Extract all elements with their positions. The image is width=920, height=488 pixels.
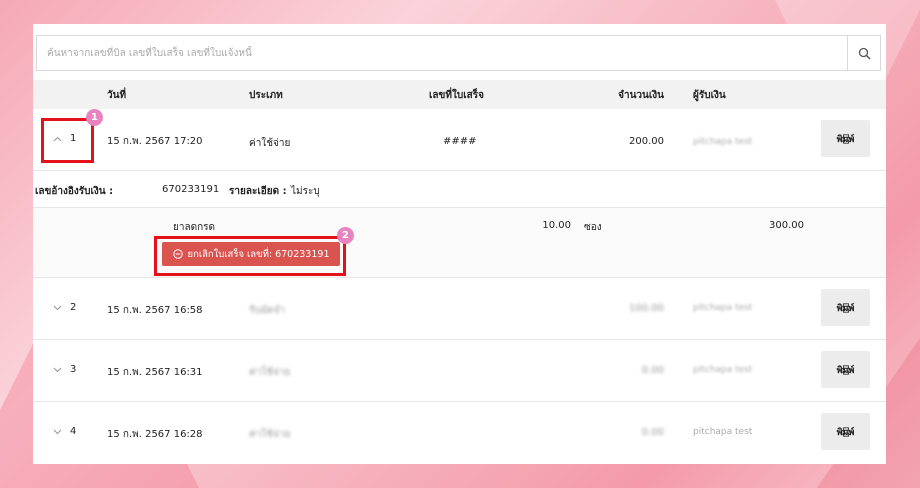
row-toggle[interactable]: 4 — [53, 426, 76, 437]
row-receiver: pitchapa test — [693, 427, 753, 437]
print-label: พิมพ์ — [836, 134, 855, 145]
search-input[interactable] — [37, 36, 847, 70]
row-type: ค่าใช้จ่าย — [249, 138, 291, 149]
item-unit: ซอง — [584, 222, 602, 233]
row-date: 15 ก.พ. 2567 17:20 — [107, 136, 203, 147]
ref-label: เลขอ้างอิงรับเงิน : — [35, 186, 114, 197]
row-toggle[interactable]: 3 — [53, 364, 76, 375]
print-button[interactable]: พิมพ์ — [821, 289, 870, 326]
row-amount: 100.00 — [629, 303, 664, 314]
row-date: 15 ก.พ. 2567 16:31 — [107, 367, 203, 378]
step-badge-2: 2 — [337, 227, 354, 244]
table-row: 3 15 ก.พ. 2567 16:31 ค่าใช้จ่าย 0.00 pit… — [33, 340, 886, 402]
chevron-down-icon — [53, 367, 62, 372]
print-label: พิมพ์ — [836, 365, 855, 376]
chevron-down-icon — [53, 305, 62, 310]
row-date: 15 ก.พ. 2567 16:28 — [107, 429, 203, 440]
table-row: 4 15 ก.พ. 2567 16:28 ค่าใช้จ่าย 0.00 pit… — [33, 402, 886, 464]
ref-value: 670233191 — [162, 184, 220, 195]
row-amount: 0.00 — [641, 427, 664, 438]
print-label: พิมพ์ — [836, 303, 855, 314]
row-receiver: pitchapa test — [693, 303, 753, 313]
row-index: 3 — [70, 364, 77, 375]
print-button[interactable]: พิมพ์ — [821, 351, 870, 388]
table-header: วันที่ ประเภท เลขที่ใบเสร็จ จำนวนเงิน ผู… — [33, 80, 886, 109]
step-badge-1: 1 — [86, 109, 103, 126]
table-row: 2 15 ก.พ. 2567 16:58 รับมัดจำ 100.00 pit… — [33, 278, 886, 340]
chevron-up-icon — [53, 136, 62, 141]
row-index: 4 — [70, 426, 77, 437]
header-amount: จำนวนเงิน — [618, 90, 664, 101]
print-label: พิมพ์ — [836, 427, 855, 438]
search-button[interactable] — [847, 36, 880, 70]
row-receipt-no: #### — [443, 136, 477, 147]
receipt-panel: วันที่ ประเภท เลขที่ใบเสร็จ จำนวนเงิน ผู… — [33, 24, 886, 464]
row-amount: 0.00 — [641, 365, 664, 376]
row-index: 2 — [70, 302, 77, 313]
header-type: ประเภท — [249, 90, 283, 101]
search-bar — [36, 35, 881, 71]
item-total: 300.00 — [769, 220, 804, 231]
print-button[interactable]: พิมพ์ — [821, 120, 870, 157]
header-date: วันที่ — [107, 90, 127, 101]
minus-circle-icon — [172, 249, 183, 259]
detail-header: เลขอ้างอิงรับเงิน : 670233191 รายละเอียด… — [33, 172, 886, 208]
cancel-receipt-button[interactable]: ยกเลิกใบเสร็จ เลขที่: 670233191 — [162, 242, 340, 266]
header-receiver: ผู้รับเงิน — [693, 90, 726, 101]
row-index: 1 — [70, 133, 77, 144]
cancel-receipt-label: ยกเลิกใบเสร็จ เลขที่: 670233191 — [187, 248, 330, 260]
row-date: 15 ก.พ. 2567 16:58 — [107, 305, 203, 316]
row-receiver: pitchapa test — [693, 137, 753, 147]
row-type: ค่าใช้จ่าย — [249, 429, 291, 440]
item-name: ยาลดกรด — [173, 222, 216, 233]
print-button[interactable]: พิมพ์ — [821, 413, 870, 450]
chevron-down-icon — [53, 429, 62, 434]
header-receipt-no: เลขที่ใบเสร็จ — [429, 90, 484, 101]
desc-value: ไม่ระบุ — [291, 186, 320, 197]
search-icon — [858, 47, 870, 59]
row-receiver: pitchapa test — [693, 365, 753, 375]
item-qty: 10.00 — [542, 220, 571, 231]
row-type: ค่าใช้จ่าย — [249, 367, 291, 378]
desc-label: รายละเอียด : — [229, 186, 287, 197]
row-toggle[interactable]: 2 — [53, 302, 76, 313]
receipt-detail: เลขอ้างอิงรับเงิน : 670233191 รายละเอียด… — [33, 172, 886, 278]
row-toggle[interactable]: 1 — [53, 133, 76, 144]
row-type: รับมัดจำ — [249, 305, 286, 316]
table-row: 1 15 ก.พ. 2567 17:20 ค่าใช้จ่าย #### 200… — [33, 109, 886, 171]
row-amount: 200.00 — [629, 136, 664, 147]
